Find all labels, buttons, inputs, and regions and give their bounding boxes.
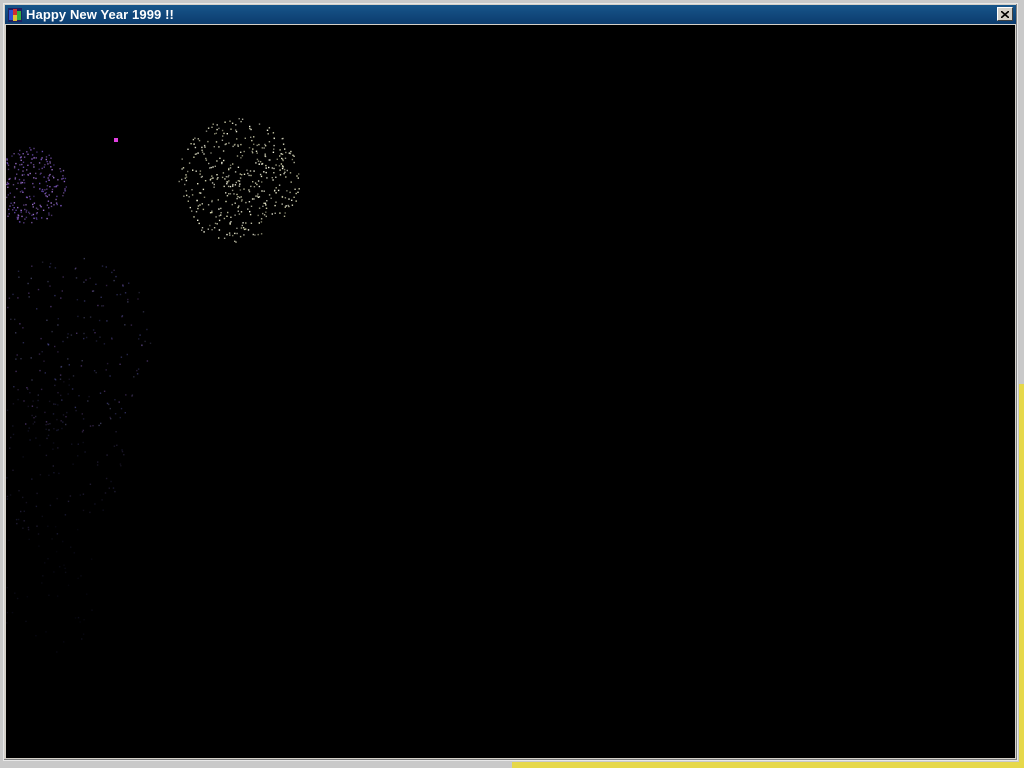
desktop-background-bottom — [512, 762, 1024, 768]
fireworks-app-icon[interactable] — [8, 7, 22, 22]
title-bar[interactable]: Happy New Year 1999 !! — [5, 5, 1016, 24]
window-title: Happy New Year 1999 !! — [26, 7, 174, 22]
close-icon — [1001, 10, 1009, 18]
close-button[interactable] — [997, 7, 1013, 21]
desktop-background — [1019, 384, 1024, 768]
firework-burst-purple — [6, 147, 67, 224]
firework-trail — [6, 515, 93, 653]
firework-burst-white — [178, 118, 300, 243]
fireworks-display — [6, 25, 1015, 758]
fireworks-canvas — [6, 118, 300, 653]
firework-fading-burst-lower — [6, 378, 125, 535]
fireworks-window: Happy New Year 1999 !! — [3, 3, 1018, 761]
firework-rocket-spark — [114, 138, 118, 142]
